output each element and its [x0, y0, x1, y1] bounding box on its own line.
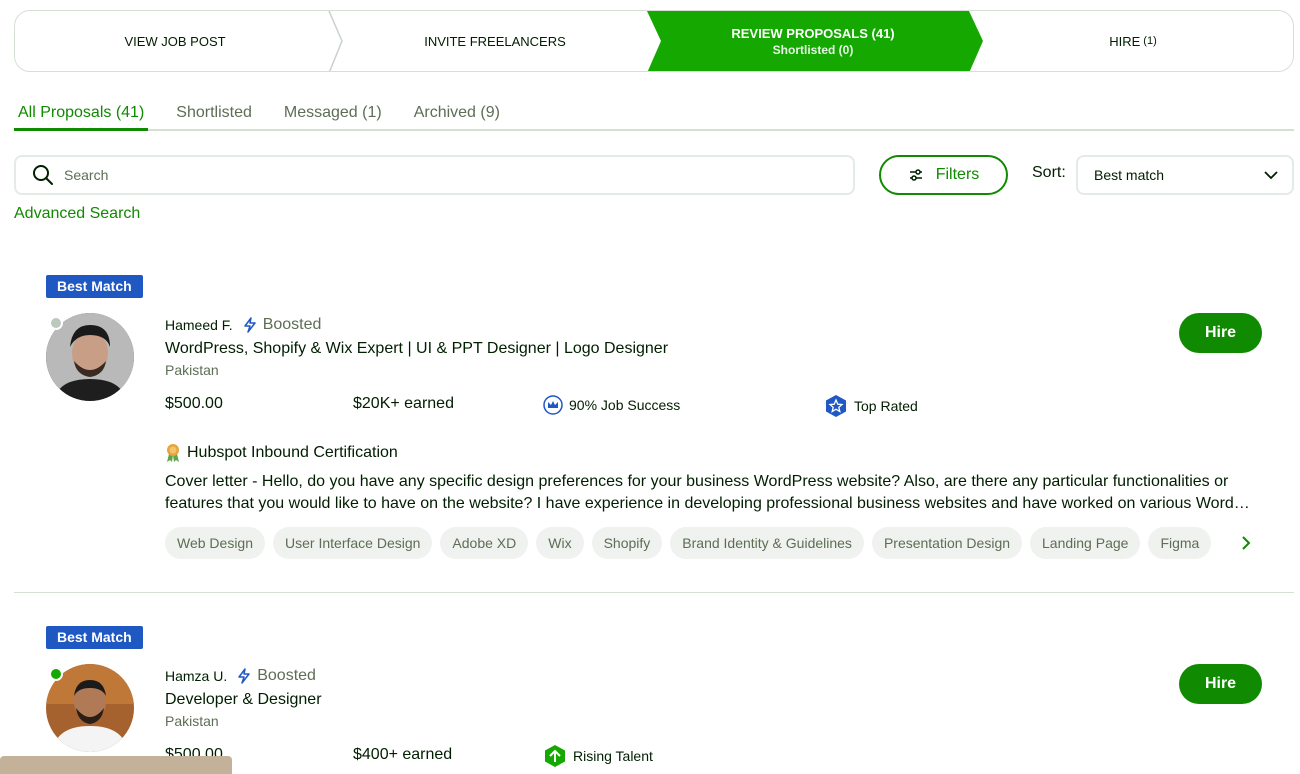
chevron-down-icon [1264, 170, 1278, 179]
skill-tag[interactable]: Figma [1148, 527, 1212, 559]
top-rated-icon [826, 395, 846, 417]
freelancer-title[interactable]: WordPress, Shopify & Wix Expert | UI & P… [165, 340, 668, 358]
best-match-badge: Best Match [46, 275, 143, 298]
job-success: 90% Job Success [543, 395, 680, 415]
filters-label: Filters [935, 166, 980, 183]
skill-tag[interactable]: Brand Identity & Guidelines [670, 527, 864, 559]
freelancer-name[interactable]: Hameed F. [165, 317, 233, 333]
skills-list: Web Design User Interface Design Adobe X… [165, 527, 1219, 559]
hire-button[interactable]: Hire [1179, 664, 1262, 704]
freelancer-country: Pakistan [165, 713, 219, 729]
boosted-label: Boosted [262, 316, 322, 333]
sort-value: Best match [1094, 167, 1165, 183]
sliders-icon [909, 169, 922, 181]
skill-tag[interactable]: Landing Page [1030, 527, 1141, 559]
tab-all-proposals[interactable]: All Proposals (41) [14, 104, 149, 131]
step-count: (1) [1143, 35, 1157, 47]
step-invite-freelancers[interactable]: INVITE FREELANCERS [345, 11, 645, 71]
advanced-search-link[interactable]: Advanced Search [14, 205, 140, 223]
sort-label: Sort: [1032, 164, 1066, 181]
tab-shortlisted[interactable]: Shortlisted [172, 104, 256, 129]
freelancer-name-row: Hameed F. Boosted [165, 316, 321, 334]
filters-button[interactable]: Filters [879, 155, 1008, 195]
skill-tag[interactable]: Presentation Design [871, 527, 1023, 559]
step-label: HIRE [1109, 33, 1141, 49]
step-review-proposals[interactable]: REVIEW PROPOSALS (41) Shortlisted (0) [663, 11, 963, 71]
certification-label: Hubspot Inbound Certification [187, 444, 398, 461]
search-icon [33, 165, 53, 185]
cover-letter[interactable]: Cover letter - Hello, do you have any sp… [165, 471, 1258, 515]
tab-messaged[interactable]: Messaged (1) [280, 104, 386, 129]
step-sublabel: Shortlisted (0) [772, 42, 854, 57]
certification: Hubspot Inbound Certification [165, 443, 398, 463]
chevron-right-icon [1242, 536, 1251, 550]
proposal-rate: $500.00 [165, 395, 223, 412]
top-rated-badge: Top Rated [824, 394, 918, 418]
total-earned: $400+ earned [353, 746, 453, 763]
step-hire[interactable]: HIRE (1) [983, 11, 1283, 71]
job-success-icon [543, 395, 563, 415]
card-divider [14, 592, 1294, 593]
proposal-tabs: All Proposals (41) Shortlisted Messaged … [14, 104, 1294, 131]
hiring-stepper: VIEW JOB POST INVITE FREELANCERS REVIEW … [14, 10, 1294, 72]
certificate-ribbon-icon [167, 444, 179, 462]
search-box [14, 155, 855, 195]
rising-talent-badge: Rising Talent [543, 744, 653, 768]
rising-talent-label: Rising Talent [573, 748, 653, 764]
job-success-label: 90% Job Success [569, 397, 681, 413]
online-status-dot [49, 667, 63, 681]
offline-status-dot [49, 316, 63, 330]
best-match-badge: Best Match [46, 626, 143, 649]
skill-tag[interactable]: Web Design [165, 527, 266, 559]
step-label: INVITE FREELANCERS [424, 33, 566, 49]
total-earned: $20K+ earned [353, 395, 454, 412]
skill-tag[interactable]: Shopify [591, 527, 663, 559]
skill-tag[interactable]: Wix [536, 527, 584, 559]
tab-archived[interactable]: Archived (9) [410, 104, 504, 129]
freelancer-name-row: Hamza U. Boosted [165, 667, 316, 685]
freelancer-title[interactable]: Developer & Designer [165, 691, 322, 709]
lightning-icon [238, 668, 250, 684]
boosted-label: Boosted [257, 667, 316, 684]
search-input[interactable] [64, 167, 764, 183]
skill-tag[interactable]: User Interface Design [273, 527, 433, 559]
lightning-icon [243, 317, 256, 333]
cover-letter-line: Cover letter - Hello, do you have any sp… [165, 473, 1229, 490]
top-rated-label: Top Rated [854, 398, 918, 414]
hire-button[interactable]: Hire [1179, 313, 1262, 353]
freelancer-name[interactable]: Hamza U. [165, 668, 227, 684]
freelancer-country: Pakistan [165, 362, 219, 378]
step-label: REVIEW PROPOSALS (41) [731, 25, 895, 41]
skill-tag[interactable]: Adobe XD [440, 527, 529, 559]
cover-letter-line: features that you would like to have on … [165, 495, 1258, 512]
rising-talent-icon [545, 745, 565, 767]
sort-select[interactable]: Best match [1076, 155, 1294, 195]
step-view-job-post[interactable]: VIEW JOB POST [15, 11, 335, 71]
step-label: VIEW JOB POST [124, 33, 226, 49]
skills-next-chevron-icon[interactable] [1242, 527, 1256, 559]
bottom-overlay-strip [0, 756, 232, 774]
